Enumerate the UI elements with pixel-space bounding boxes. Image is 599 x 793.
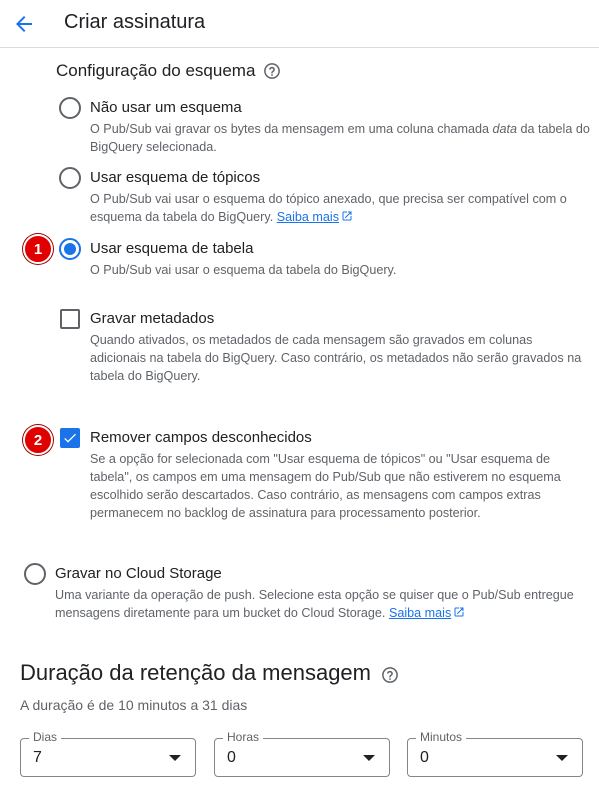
page-title: Criar assinatura <box>64 11 206 33</box>
hours-value: 0 <box>227 749 236 766</box>
minutes-label: Minutos <box>416 730 467 744</box>
retention-subtitle: A duração é de 10 minutos a 31 dias <box>20 697 248 713</box>
table-schema-radio[interactable] <box>59 238 81 260</box>
no-schema-option: Não usar um esquema O Pub/Sub vai gravar… <box>90 98 590 156</box>
app-header: Criar assinatura <box>0 0 599 48</box>
drop-unknown-fields-description: Se a opção for selecionada com "Usar esq… <box>90 452 561 520</box>
topic-schema-radio[interactable] <box>59 167 81 189</box>
dropdown-arrow-icon <box>169 755 181 761</box>
no-schema-radio[interactable] <box>59 97 81 119</box>
cloud-storage-label: Gravar no Cloud Storage <box>55 565 222 582</box>
data-column-name: data <box>492 122 518 136</box>
drop-unknown-fields-label: Remover campos desconhecidos <box>90 429 312 446</box>
retention-help-icon[interactable] <box>381 664 399 683</box>
table-schema-label: Usar esquema de tabela <box>90 240 254 257</box>
schema-config-title: Configuração do esquema <box>56 61 256 80</box>
step-badge-2: 2 <box>23 425 53 455</box>
minutes-select[interactable]: Minutos 0 <box>407 730 583 777</box>
days-value: 7 <box>33 749 42 766</box>
cloud-storage-radio[interactable] <box>24 563 46 585</box>
dropdown-arrow-icon <box>556 755 568 761</box>
minutes-value: 0 <box>420 749 429 766</box>
cloud-storage-description: Uma variante da operação de push. Seleci… <box>55 588 574 620</box>
learn-more-link[interactable]: Saiba mais <box>277 210 339 224</box>
drop-unknown-fields-option: Remover campos desconhecidos Se a opção … <box>90 428 590 522</box>
check-icon <box>64 433 76 443</box>
step-badge-1: 1 <box>23 234 53 264</box>
write-metadata-description: Quando ativados, os metadados de cada me… <box>90 333 582 383</box>
write-metadata-checkbox[interactable] <box>60 309 80 329</box>
write-metadata-option: Gravar metadados Quando ativados, os met… <box>90 309 590 385</box>
drop-unknown-fields-checkbox[interactable] <box>60 428 80 448</box>
write-metadata-label: Gravar metadados <box>90 310 215 327</box>
table-schema-option: Usar esquema de tabela O Pub/Sub vai usa… <box>90 239 590 279</box>
help-icon[interactable] <box>263 62 281 80</box>
topic-schema-label: Usar esquema de tópicos <box>90 169 261 186</box>
no-schema-label: Não usar um esquema <box>90 99 242 116</box>
retention-title: Duração da retenção da mensagem <box>20 660 371 685</box>
table-schema-description: O Pub/Sub vai usar o esquema da tabela d… <box>90 263 397 277</box>
days-label: Dias <box>29 730 62 744</box>
no-schema-description: O Pub/Sub vai gravar os bytes da mensage… <box>90 122 590 154</box>
retention-heading: Duração da retenção da mensagem <box>20 660 399 686</box>
hours-label: Horas <box>223 730 264 744</box>
external-link-icon[interactable] <box>341 209 353 221</box>
hours-select[interactable]: Horas 0 <box>214 730 390 777</box>
dropdown-arrow-icon <box>363 755 375 761</box>
cloud-storage-option: Gravar no Cloud Storage Uma variante da … <box>55 564 590 622</box>
days-select[interactable]: Dias 7 <box>20 730 196 777</box>
cloud-storage-learn-more-link[interactable]: Saiba mais <box>389 606 451 620</box>
external-link-icon[interactable] <box>453 605 465 617</box>
schema-config-heading: Configuração do esquema <box>56 61 281 81</box>
topic-schema-description: O Pub/Sub vai usar o esquema do tópico a… <box>90 192 567 224</box>
topic-schema-option: Usar esquema de tópicos O Pub/Sub vai us… <box>90 168 590 226</box>
back-arrow-icon[interactable] <box>12 12 36 36</box>
